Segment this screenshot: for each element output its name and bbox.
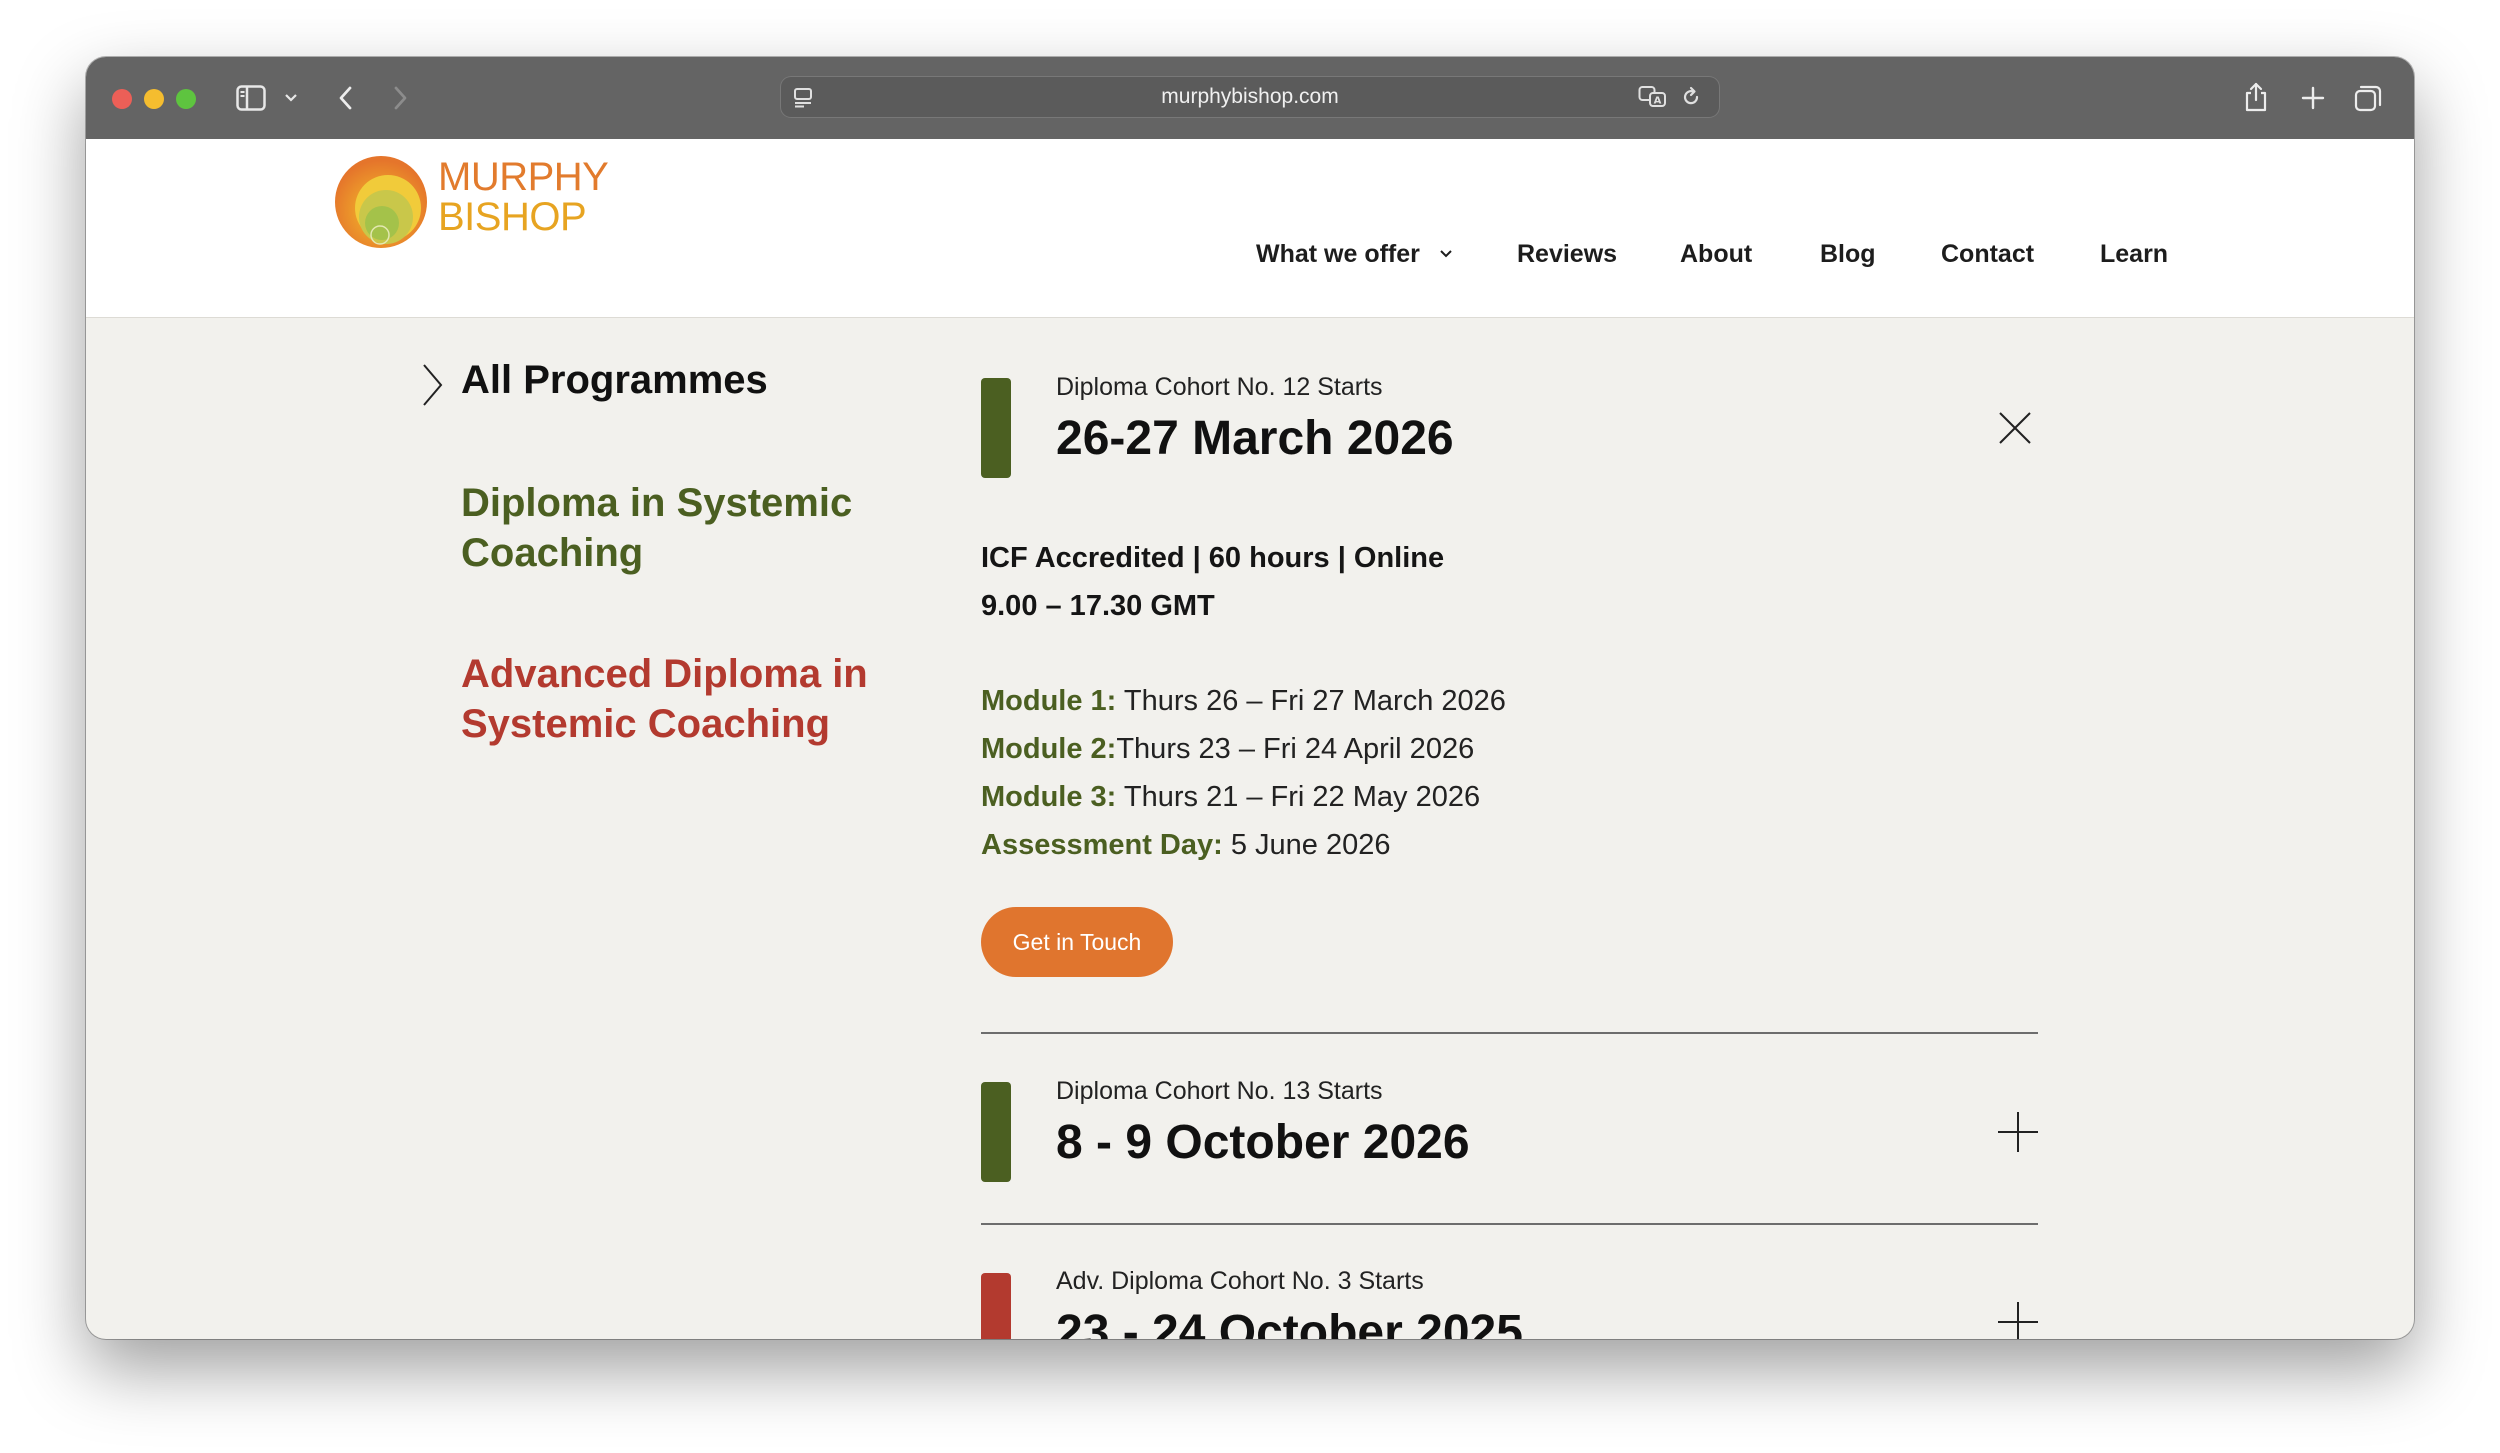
module-dates: Thurs 26 – Fri 27 March 2026 [1116, 685, 1506, 717]
expand-plus-icon[interactable] [1996, 1110, 2040, 1154]
cohort-color-bar [981, 378, 1011, 478]
module-row: Module 1: Thurs 26 – Fri 27 March 2026 [981, 685, 1506, 718]
browser-toolbar: murphybishop.com A [86, 57, 2414, 139]
url-text: murphybishop.com [1161, 85, 1339, 108]
translate-icon[interactable]: A [1638, 85, 1668, 109]
module-dates: Thurs 21 – Fri 22 May 2026 [1116, 781, 1481, 813]
browser-window: murphybishop.com A MURPHY BISHOP What we… [86, 57, 2414, 1339]
module-row: Module 3: Thurs 21 – Fri 22 May 2026 [981, 781, 1480, 814]
minimize-window-button[interactable] [144, 89, 164, 109]
module-label: Assessment Day: [981, 829, 1223, 861]
close-window-button[interactable] [112, 89, 132, 109]
site-header: MURPHY BISHOP What we offer Reviews Abou… [86, 139, 2414, 318]
all-programmes-link[interactable]: All Programmes [461, 358, 768, 403]
chevron-right-icon[interactable] [420, 362, 446, 408]
brand-line-2: BISHOP [438, 195, 587, 239]
new-tab-icon[interactable] [2301, 86, 2325, 110]
zoom-window-button[interactable] [176, 89, 196, 109]
module-row: Module 2:Thurs 23 – Fri 24 April 2026 [981, 733, 1474, 766]
nav-what-we-offer[interactable]: What we offer [1256, 239, 1453, 269]
back-icon[interactable] [338, 86, 354, 110]
cohort-color-bar [981, 1082, 1011, 1182]
address-bar[interactable]: murphybishop.com A [780, 76, 1720, 118]
nav-about[interactable]: About [1680, 239, 1752, 269]
module-label: Module 1: [981, 685, 1117, 717]
cohort-subtitle: Diploma Cohort No. 12 Starts [1056, 373, 1383, 401]
main-content: All Programmes Diploma in Systemic Coach… [86, 318, 2414, 1339]
forward-icon[interactable] [392, 86, 408, 110]
session-time-text: 9.00 – 17.30 GMT [981, 590, 1215, 622]
divider [981, 1032, 2038, 1034]
nav-reviews[interactable]: Reviews [1517, 239, 1617, 269]
tab-overview-icon[interactable] [2354, 84, 2382, 112]
advanced-diploma-link[interactable]: Advanced Diploma in Systemic Coaching [461, 649, 921, 749]
module-dates: Thurs 23 – Fri 24 April 2026 [1116, 733, 1475, 765]
brand-line-1: MURPHY [438, 155, 609, 199]
diploma-systemic-coaching-link[interactable]: Diploma in Systemic Coaching [461, 478, 921, 578]
cohort-subtitle: Adv. Diploma Cohort No. 3 Starts [1056, 1267, 1424, 1295]
nav-blog[interactable]: Blog [1820, 239, 1876, 269]
expand-plus-icon[interactable] [1996, 1300, 2040, 1339]
module-dates: 5 June 2026 [1222, 829, 1391, 861]
get-in-touch-button[interactable]: Get in Touch [981, 907, 1173, 977]
cohort-color-bar [981, 1273, 1011, 1339]
cohort-title: 23 - 24 October 2025 [1056, 1306, 1523, 1339]
cohort-title: 26-27 March 2026 [1056, 412, 1454, 465]
module-row: Assessment Day: 5 June 2026 [981, 829, 1391, 862]
reload-icon[interactable] [1680, 86, 1702, 108]
svg-text:A: A [1654, 96, 1662, 107]
chevron-down-icon[interactable] [284, 93, 298, 103]
divider [981, 1223, 2038, 1225]
module-label: Module 2: [981, 733, 1117, 765]
accreditation-text: ICF Accredited | 60 hours | Online [981, 542, 1445, 574]
cohort-title: 8 - 9 October 2026 [1056, 1116, 1470, 1169]
module-label: Module 3: [981, 781, 1117, 813]
murphy-bishop-logo-icon[interactable] [334, 153, 432, 251]
nav-learn[interactable]: Learn [2100, 239, 2168, 269]
chevron-down-icon [1440, 250, 1452, 258]
sidebar-toggle-icon[interactable] [236, 85, 266, 111]
close-icon[interactable] [1998, 411, 2032, 445]
share-icon[interactable] [2244, 81, 2268, 113]
cohort-subtitle: Diploma Cohort No. 13 Starts [1056, 1077, 1383, 1105]
brand-wordmark[interactable]: MURPHY BISHOP [438, 155, 609, 239]
nav-what-we-offer-label: What we offer [1256, 240, 1420, 268]
nav-contact[interactable]: Contact [1941, 239, 2034, 269]
